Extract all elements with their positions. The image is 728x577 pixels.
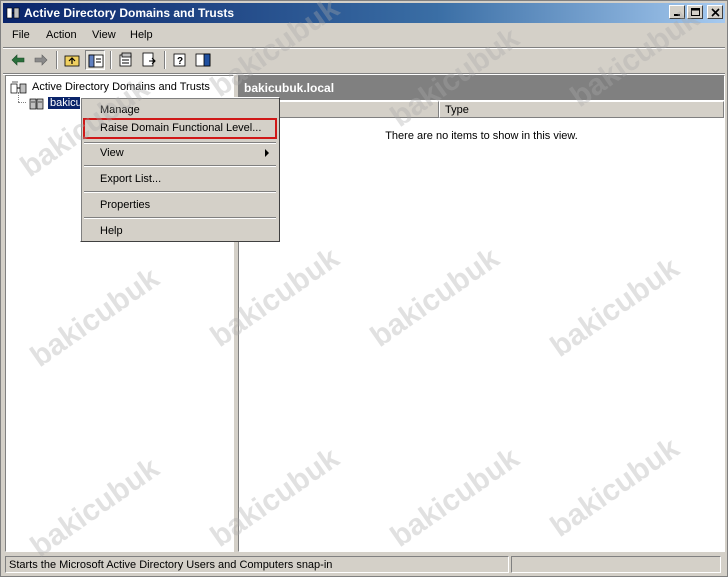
domain-icon xyxy=(29,98,44,110)
status-text: Starts the Microsoft Active Directory Us… xyxy=(9,559,333,571)
details-pane[interactable]: bakicubuk.local Type There are no items … xyxy=(238,75,725,552)
context-menu-raise-domain-functional-level[interactable]: Raise Domain Functional Level... xyxy=(83,118,277,139)
toolbar-separator xyxy=(164,51,166,69)
empty-view-message: There are no items to show in this view. xyxy=(385,130,578,142)
export-list-icon xyxy=(142,52,156,67)
close-button[interactable] xyxy=(707,5,723,19)
menu-view[interactable]: View xyxy=(92,29,116,41)
up-one-level-button[interactable] xyxy=(62,50,82,70)
domains-trusts-icon xyxy=(10,81,27,94)
tree-connector xyxy=(18,102,26,103)
toolbar: ? xyxy=(3,49,725,73)
export-list-button[interactable] xyxy=(139,50,159,70)
help-icon: ? xyxy=(173,53,186,67)
forward-arrow-icon xyxy=(34,54,48,66)
menu-action[interactable]: Action xyxy=(46,29,77,41)
back-button[interactable] xyxy=(8,50,28,70)
context-menu-manage[interactable]: Manage xyxy=(83,100,277,120)
show-hide-console-tree-button[interactable] xyxy=(85,50,105,70)
context-menu-help[interactable]: Help xyxy=(83,221,277,241)
status-panel-main: Starts the Microsoft Active Directory Us… xyxy=(5,556,509,573)
back-arrow-icon xyxy=(11,54,25,66)
context-menu-separator xyxy=(84,165,276,167)
context-menu-properties[interactable]: Properties xyxy=(83,195,277,215)
menu-help[interactable]: Help xyxy=(130,29,153,41)
forward-button[interactable] xyxy=(31,50,51,70)
context-menu-export-list[interactable]: Export List... xyxy=(83,169,277,189)
title-bar[interactable]: Active Directory Domains and Trusts xyxy=(3,3,725,23)
status-panel-secondary xyxy=(511,556,721,573)
context-menu-separator xyxy=(84,191,276,193)
tree-root-label: Active Directory Domains and Trusts xyxy=(32,81,210,93)
toolbar-separator xyxy=(110,51,112,69)
show-hide-action-pane-button[interactable] xyxy=(193,50,213,70)
close-icon xyxy=(711,8,720,17)
context-menu: Manage Raise Domain Functional Level... … xyxy=(80,97,280,242)
column-headers: Type xyxy=(239,101,724,118)
column-header-type-label: Type xyxy=(445,104,469,116)
domains-trusts-icon xyxy=(6,7,20,19)
details-header: bakicubuk.local xyxy=(239,76,724,100)
properties-button[interactable] xyxy=(116,50,136,70)
console-tree-icon xyxy=(88,54,104,68)
submenu-arrow-icon xyxy=(265,149,269,157)
context-menu-view[interactable]: View xyxy=(83,143,277,163)
help-topics-button[interactable]: ? xyxy=(170,50,190,70)
toolbar-separator xyxy=(56,51,58,69)
column-header-type[interactable]: Type xyxy=(439,101,724,118)
app-window: Active Directory Domains and Trusts File… xyxy=(0,0,728,577)
details-header-title: bakicubuk.local xyxy=(244,81,335,95)
tree-connector xyxy=(18,92,19,102)
minimize-icon xyxy=(674,14,680,16)
folder-up-icon xyxy=(64,55,80,67)
context-menu-separator xyxy=(84,217,276,219)
menu-file[interactable]: File xyxy=(12,29,30,41)
properties-icon xyxy=(119,52,132,67)
action-pane-icon xyxy=(195,53,211,67)
maximize-button[interactable] xyxy=(687,5,703,19)
status-bar: Starts the Microsoft Active Directory Us… xyxy=(3,555,725,575)
window-title: Active Directory Domains and Trusts xyxy=(24,6,235,20)
minimize-button[interactable] xyxy=(669,5,685,19)
maximize-icon xyxy=(691,8,700,16)
svg-text:?: ? xyxy=(177,56,183,67)
menu-bar: File Action View Help xyxy=(3,26,725,46)
